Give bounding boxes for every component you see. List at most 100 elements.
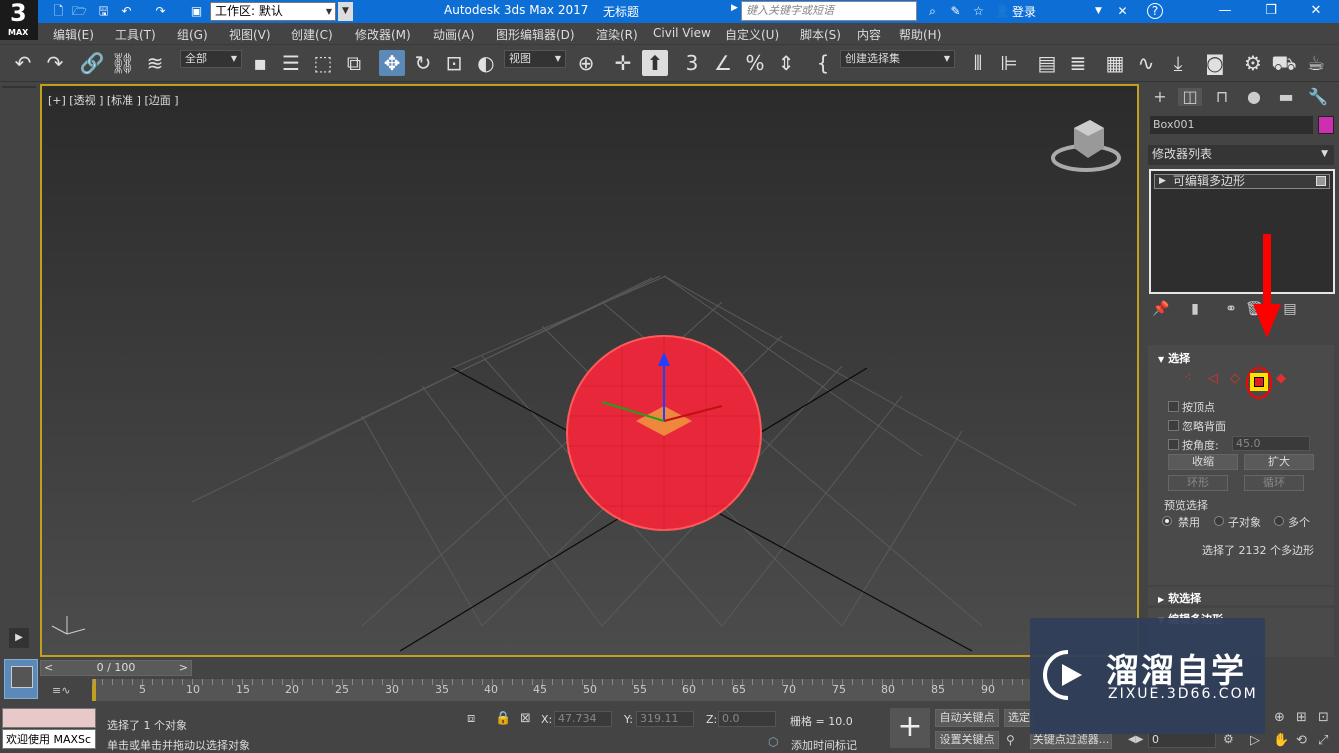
current-frame-field[interactable]: 0 (1148, 732, 1216, 748)
configure-modifier-sets-icon[interactable]: ▤ (1280, 301, 1300, 321)
reference-coord-dropdown[interactable]: 视图 ▼ (504, 50, 566, 68)
exchange-icon[interactable]: ✕ (1114, 3, 1131, 19)
x-coordinate-field[interactable]: 47.734 (554, 711, 612, 727)
spinner-snap-icon[interactable]: ⇕ (773, 50, 799, 76)
z-coordinate-field[interactable]: 0.0 (718, 711, 776, 727)
app-logo[interactable]: 3 MAX (0, 0, 38, 40)
selection-lock-icon[interactable]: 🔒 (495, 711, 511, 726)
menu-civil-view[interactable]: Civil View (653, 26, 711, 40)
edit-named-selection-icon[interactable]: { (810, 50, 836, 76)
undo-title-icon[interactable]: ↶ (118, 3, 135, 19)
select-and-move-icon[interactable]: ✥ (379, 50, 405, 76)
object-color-swatch[interactable] (1318, 116, 1334, 134)
favorites-star-icon[interactable]: ☆ (970, 3, 987, 19)
angle-snap-icon[interactable]: ∠ (710, 50, 736, 76)
menu-graph-editors[interactable]: 图形编辑器(D) (496, 26, 575, 43)
zoom-all-icon[interactable]: ⊞ (1296, 710, 1307, 725)
preview-multi-radio[interactable] (1274, 516, 1284, 526)
curve-editor-icon[interactable]: ∿ (1133, 50, 1159, 76)
menu-scripting[interactable]: 脚本(S) (800, 26, 841, 43)
stack-item-editable-poly[interactable]: ▶ 可编辑多边形 (1154, 174, 1330, 189)
add-time-tag[interactable]: 添加时间标记 (791, 737, 857, 753)
display-tab-icon[interactable]: ▬ (1274, 88, 1298, 106)
y-coordinate-field[interactable]: 319.11 (636, 711, 694, 727)
maximize-viewport-icon[interactable]: ⤢ (1318, 733, 1328, 748)
unlink-icon[interactable]: ⛓ (110, 50, 136, 76)
restore-button[interactable]: ❐ (1248, 0, 1294, 23)
menu-modifiers[interactable]: 修改器(M) (355, 26, 411, 43)
by-angle-checkbox[interactable] (1168, 439, 1179, 450)
show-end-result-icon[interactable]: ▮ (1185, 301, 1205, 321)
motion-tab-icon[interactable]: ● (1242, 88, 1266, 106)
menu-edit[interactable]: 编辑(E) (53, 26, 94, 43)
element-mode-icon[interactable]: ◆ (1276, 371, 1286, 386)
redo-title-icon[interactable]: ↷ (152, 3, 169, 19)
modifier-stack[interactable]: ▶ 可编辑多边形 (1149, 169, 1335, 294)
mirror-icon[interactable]: ⫴ (965, 50, 991, 76)
utilities-tab-icon[interactable]: 🔧 (1306, 88, 1330, 106)
search-expand-icon[interactable]: ▶ (731, 3, 738, 13)
pan-hand-icon[interactable]: ✋ (1273, 733, 1289, 748)
preview-subobject-radio[interactable] (1214, 516, 1224, 526)
menu-group[interactable]: 组(G) (177, 26, 208, 43)
bind-space-warp-icon[interactable]: ≋ (142, 50, 168, 76)
new-file-icon[interactable]: 🗋 (50, 3, 67, 19)
selection-filter-dropdown[interactable]: 全部 ▼ (180, 50, 242, 68)
object-name-field[interactable]: Box001 (1150, 116, 1313, 134)
pin-stack-icon[interactable]: 📌 (1151, 301, 1171, 321)
search-input[interactable]: 键入关键字或短语 (741, 1, 917, 21)
select-object-icon[interactable]: ▪ (247, 50, 273, 76)
layer-explorer-icon[interactable]: ≣ (1065, 50, 1091, 76)
by-vertex-checkbox[interactable] (1168, 401, 1179, 412)
menu-customize[interactable]: 自定义(U) (725, 26, 779, 43)
minimize-button[interactable]: — (1202, 0, 1248, 23)
key-mode-toggle-icon[interactable]: ◀▶ (1128, 734, 1143, 745)
viewcube[interactable] (1050, 118, 1122, 176)
menu-help[interactable]: 帮助(H) (899, 26, 941, 43)
expand-triangle-icon[interactable]: ▶ (1159, 175, 1166, 188)
select-and-place-icon[interactable]: ◐ (473, 50, 499, 76)
render-icon[interactable]: ☕ (1303, 50, 1329, 76)
snaps-toggle-icon[interactable]: 3 (679, 50, 705, 76)
time-tag-icon[interactable]: ⬡ (768, 735, 778, 749)
render-setup-icon[interactable]: ⚙ (1240, 50, 1266, 76)
fov-icon[interactable]: ▷ (1250, 733, 1260, 748)
zoom-extents-icon[interactable]: ⊕ (1274, 710, 1285, 725)
expand-panel-icon[interactable]: ▶ (9, 628, 29, 648)
hierarchy-tab-icon[interactable]: ⊓ (1210, 88, 1234, 106)
communication-icon[interactable]: ✎ (947, 3, 964, 19)
border-mode-icon[interactable]: ◇ (1230, 371, 1240, 386)
open-file-icon[interactable]: 🗁 (71, 3, 88, 19)
save-file-icon[interactable]: 🖫 (95, 3, 112, 19)
perspective-viewport[interactable]: [+] [透视 ] [标准 ] [边面 ] (40, 84, 1139, 657)
help-icon[interactable]: ? (1147, 3, 1163, 19)
set-key-big-button[interactable]: + (890, 708, 930, 748)
align-icon[interactable]: ⊫ (996, 50, 1022, 76)
track-bar-curve-icon[interactable]: ≡∿ (52, 684, 70, 697)
rectangular-selection-icon[interactable]: ⬚ (310, 50, 336, 76)
menu-rendering[interactable]: 渲染(R) (596, 26, 638, 43)
stack-item-toggle-icon[interactable] (1316, 176, 1326, 186)
modifier-list-dropdown[interactable]: 修改器列表 ▼ (1148, 145, 1334, 165)
named-selection-dropdown[interactable]: 创建选择集 ▼ (840, 50, 955, 68)
time-next-button[interactable]: > (179, 661, 188, 675)
angle-spinner[interactable]: 45.0 (1232, 436, 1310, 451)
project-folder-icon[interactable]: ▣ (188, 3, 205, 19)
user-icon[interactable]: 👤 (994, 3, 1011, 19)
time-slider[interactable]: <0 / 100 > (40, 660, 192, 676)
ignore-backfacing-checkbox[interactable] (1168, 420, 1179, 431)
loop-button[interactable]: 循环 (1244, 475, 1304, 491)
percent-snap-icon[interactable]: % (742, 50, 768, 76)
make-unique-icon[interactable]: ⚭ (1221, 301, 1241, 321)
material-editor-icon[interactable]: ◙ (1202, 50, 1228, 76)
select-manipulate-icon[interactable]: ✛ (610, 50, 636, 76)
max-toggle-icon[interactable]: ⊡ (1318, 710, 1329, 725)
scene-explorer-icon[interactable]: ▤ (1034, 50, 1060, 76)
ring-button[interactable]: 环形 (1168, 475, 1228, 491)
binoculars-icon[interactable]: ⌕ (924, 3, 941, 19)
auto-key-button[interactable]: 自动关键点 (935, 709, 999, 727)
maxscript-welcome[interactable]: 欢迎使用 MAXSc (2, 729, 96, 749)
link-icon[interactable]: 🔗 (79, 50, 105, 76)
undo-icon[interactable]: ↶ (10, 50, 36, 76)
pivot-center-icon[interactable]: ⊕ (573, 50, 599, 76)
